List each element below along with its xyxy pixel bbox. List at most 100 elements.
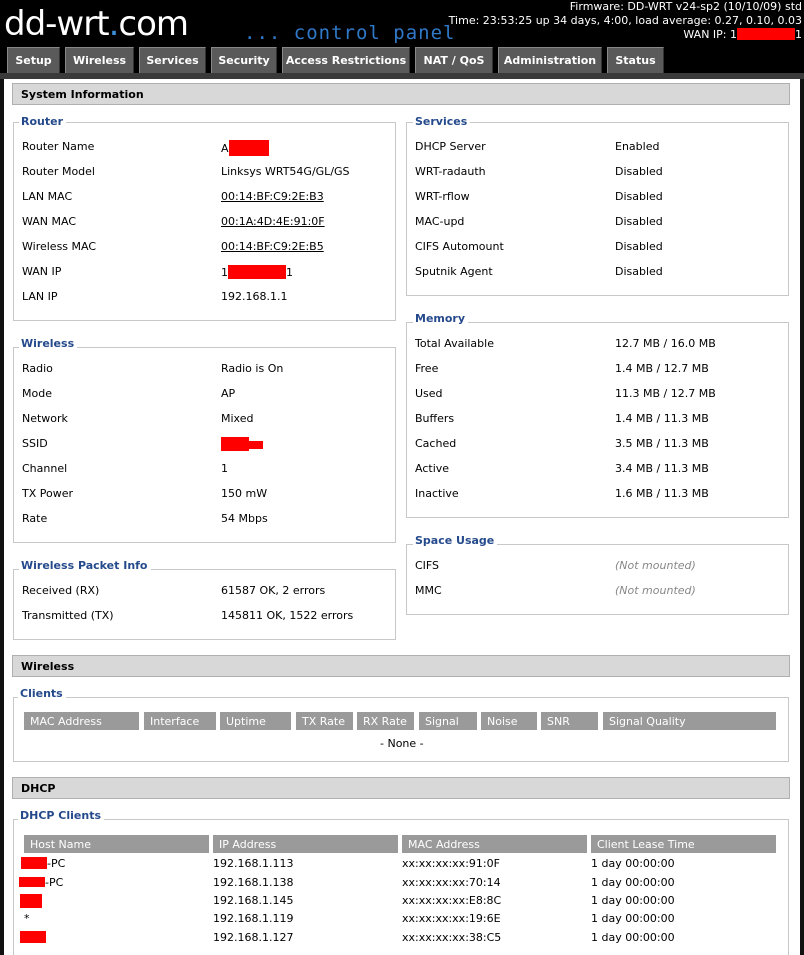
memory-label: Inactive bbox=[415, 487, 459, 500]
tx-power-value: 150 mW bbox=[221, 487, 268, 500]
dhcp-lease: 1 day 00:00:00 bbox=[591, 876, 675, 889]
column-header: RX Rate bbox=[357, 712, 415, 730]
memory-value: 11.3 MB / 12.7 MB bbox=[615, 387, 716, 400]
service-value: Disabled bbox=[615, 240, 663, 253]
wireless-mac-link[interactable]: 00:14:BF:C9:2E:B5 bbox=[221, 240, 324, 253]
wireless-mac-label: Wireless MAC bbox=[22, 240, 97, 253]
mmc-label: MMC bbox=[415, 584, 442, 597]
uptime-text: Time: 23:53:25 up 34 days, 4:00, load av… bbox=[448, 14, 802, 27]
lan-mac-label: LAN MAC bbox=[22, 190, 73, 203]
tab-nat-qos[interactable]: NAT / QoS bbox=[415, 47, 493, 73]
ssid-label: SSID bbox=[22, 437, 48, 450]
tab-administration[interactable]: Administration bbox=[498, 47, 602, 73]
redaction bbox=[19, 877, 45, 887]
wireless-clients-legend: Clients bbox=[18, 687, 66, 700]
service-value: Disabled bbox=[615, 265, 663, 278]
memory-label: Cached bbox=[415, 437, 457, 450]
dhcp-mac: xx:xx:xx:xx:19:6E bbox=[402, 912, 501, 925]
lan-mac-link[interactable]: 00:14:BF:C9:2E:B3 bbox=[221, 190, 324, 203]
redaction bbox=[228, 265, 286, 279]
column-header: Uptime bbox=[220, 712, 292, 730]
memory-value: 3.4 MB / 11.3 MB bbox=[615, 462, 709, 475]
column-header: MAC Address bbox=[402, 835, 588, 853]
redaction bbox=[20, 894, 42, 908]
cifs-label: CIFS bbox=[415, 559, 440, 572]
column-header: Signal Quality bbox=[603, 712, 777, 730]
service-label: CIFS Automount bbox=[415, 240, 504, 253]
tx-label: Transmitted (TX) bbox=[22, 609, 114, 622]
wan-ip-text: WAN IP: 11 bbox=[683, 28, 802, 41]
header: dd-wrt.com ... control panel Firmware: D… bbox=[0, 0, 804, 74]
dhcp-ip: 192.168.1.145 bbox=[213, 894, 294, 907]
radio-value: Radio is On bbox=[221, 362, 284, 375]
column-header: Client Lease Time bbox=[591, 835, 777, 853]
rate-label: Rate bbox=[22, 512, 48, 525]
wan-ip-label: WAN IP bbox=[22, 265, 62, 278]
tab-access-restrictions[interactable]: Access Restrictions bbox=[282, 47, 410, 73]
column-header: SNR bbox=[541, 712, 599, 730]
memory-label: Buffers bbox=[415, 412, 455, 425]
dhcp-lease: 1 day 00:00:00 bbox=[591, 894, 675, 907]
cifs-value: (Not mounted) bbox=[615, 559, 696, 572]
service-value: Disabled bbox=[615, 215, 663, 228]
service-label: DHCP Server bbox=[415, 140, 486, 153]
no-clients-text: - None - bbox=[380, 737, 424, 750]
tab-setup[interactable]: Setup bbox=[7, 47, 60, 73]
redaction bbox=[20, 931, 46, 943]
column-header: TX Rate bbox=[296, 712, 354, 730]
tab-security[interactable]: Security bbox=[211, 47, 277, 73]
memory-value: 3.5 MB / 11.3 MB bbox=[615, 437, 709, 450]
redaction bbox=[221, 437, 249, 451]
packet-info-fieldset bbox=[13, 569, 396, 640]
wan-ip-value: 11 bbox=[221, 265, 293, 279]
column-header: IP Address bbox=[213, 835, 399, 853]
mmc-value: (Not mounted) bbox=[615, 584, 696, 597]
rate-value: 54 Mbps bbox=[221, 512, 268, 525]
services-legend: Services bbox=[413, 115, 471, 128]
tx-power-label: TX Power bbox=[22, 487, 74, 500]
rx-label: Received (RX) bbox=[22, 584, 100, 597]
dhcp-ip: 192.168.1.113 bbox=[213, 857, 294, 870]
memory-label: Used bbox=[415, 387, 443, 400]
column-header: Noise bbox=[481, 712, 538, 730]
column-header: MAC Address bbox=[24, 712, 140, 730]
channel-value: 1 bbox=[221, 462, 228, 475]
service-label: Sputnik Agent bbox=[415, 265, 493, 278]
tab-status[interactable]: Status bbox=[607, 47, 664, 73]
tab-wireless[interactable]: Wireless bbox=[65, 47, 134, 73]
section-wireless: Wireless bbox=[12, 655, 790, 677]
wan-mac-label: WAN MAC bbox=[22, 215, 77, 228]
space-usage-fieldset bbox=[406, 544, 789, 615]
dhcp-mac: xx:xx:xx:xx:70:14 bbox=[402, 876, 501, 889]
mode-label: Mode bbox=[22, 387, 52, 400]
service-value: Enabled bbox=[615, 140, 660, 153]
lan-ip-label: LAN IP bbox=[22, 290, 58, 303]
column-header: Host Name bbox=[24, 835, 210, 853]
dhcp-ip: 192.168.1.127 bbox=[213, 931, 294, 944]
wan-mac-link[interactable]: 00:1A:4D:4E:91:0F bbox=[221, 215, 325, 228]
memory-value: 1.4 MB / 11.3 MB bbox=[615, 412, 709, 425]
dhcp-lease: 1 day 00:00:00 bbox=[591, 857, 675, 870]
dhcp-mac: xx:xx:xx:xx:E8:8C bbox=[402, 894, 502, 907]
redaction bbox=[228, 140, 269, 156]
router-model-label: Router Model bbox=[22, 165, 95, 178]
mode-value: AP bbox=[221, 387, 236, 400]
dhcp-host bbox=[20, 931, 46, 944]
space-usage-legend: Space Usage bbox=[413, 534, 498, 547]
dhcp-lease: 1 day 00:00:00 bbox=[591, 931, 675, 944]
dhcp-host: -PC bbox=[21, 857, 65, 870]
section-system-information: System Information bbox=[12, 83, 790, 105]
memory-label: Free bbox=[415, 362, 439, 375]
dhcp-host bbox=[20, 894, 42, 908]
radio-label: Radio bbox=[22, 362, 53, 375]
service-label: WRT-radauth bbox=[415, 165, 486, 178]
ssid-value bbox=[221, 437, 263, 454]
control-panel-subtitle: ... control panel bbox=[244, 22, 456, 44]
network-value: Mixed bbox=[221, 412, 254, 425]
redaction bbox=[21, 857, 47, 869]
service-value: Disabled bbox=[615, 190, 663, 203]
router-name-label: Router Name bbox=[22, 140, 95, 153]
tab-services[interactable]: Services bbox=[139, 47, 206, 73]
memory-value: 1.4 MB / 12.7 MB bbox=[615, 362, 709, 375]
redaction bbox=[737, 28, 795, 40]
